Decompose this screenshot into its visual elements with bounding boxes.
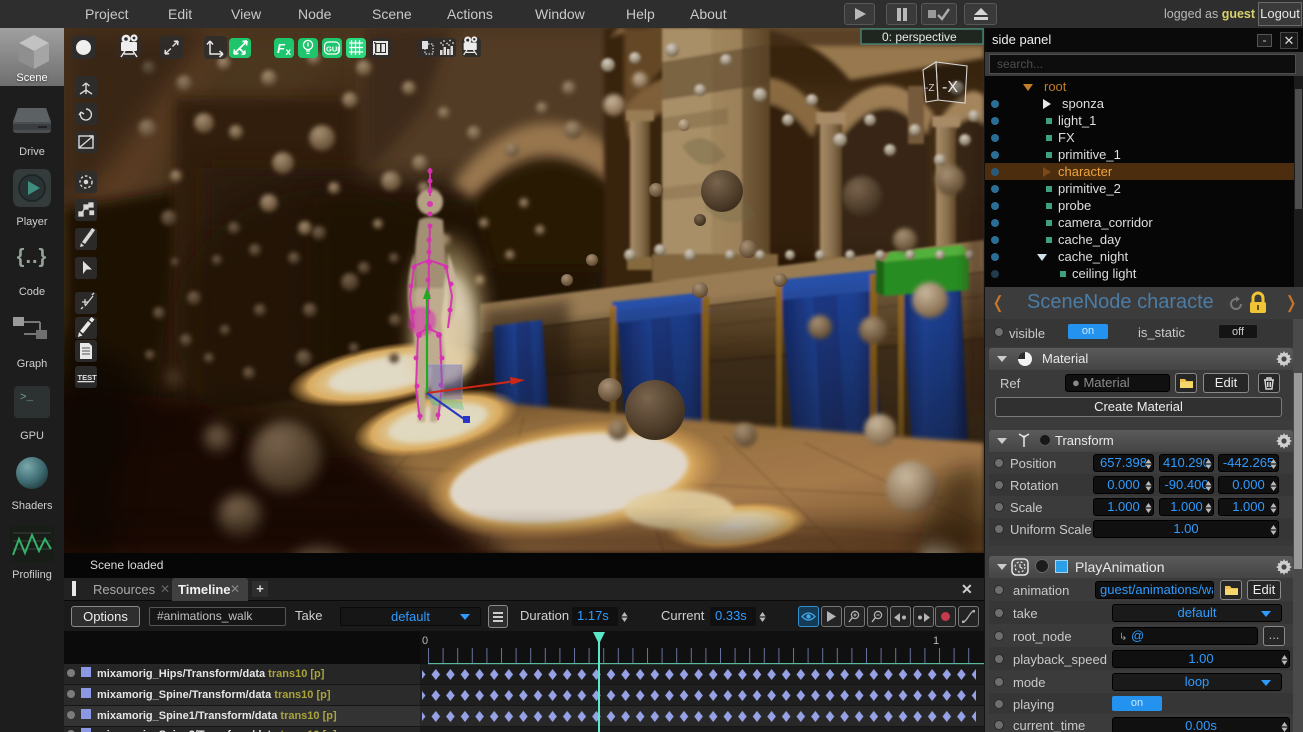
svg-text:>_: >_ <box>20 392 34 404</box>
svg-text:-Z: -Z <box>925 83 934 94</box>
svg-text:0: perspective: 0: perspective <box>882 30 957 44</box>
svg-text:1: 1 <box>933 635 939 647</box>
svg-text:GUI: GUI <box>326 45 339 54</box>
svg-text:-X: -X <box>942 79 958 96</box>
svg-text:0: 0 <box>422 635 428 647</box>
svg-text:x: x <box>286 47 292 58</box>
svg-text:TEST: TEST <box>78 373 98 382</box>
